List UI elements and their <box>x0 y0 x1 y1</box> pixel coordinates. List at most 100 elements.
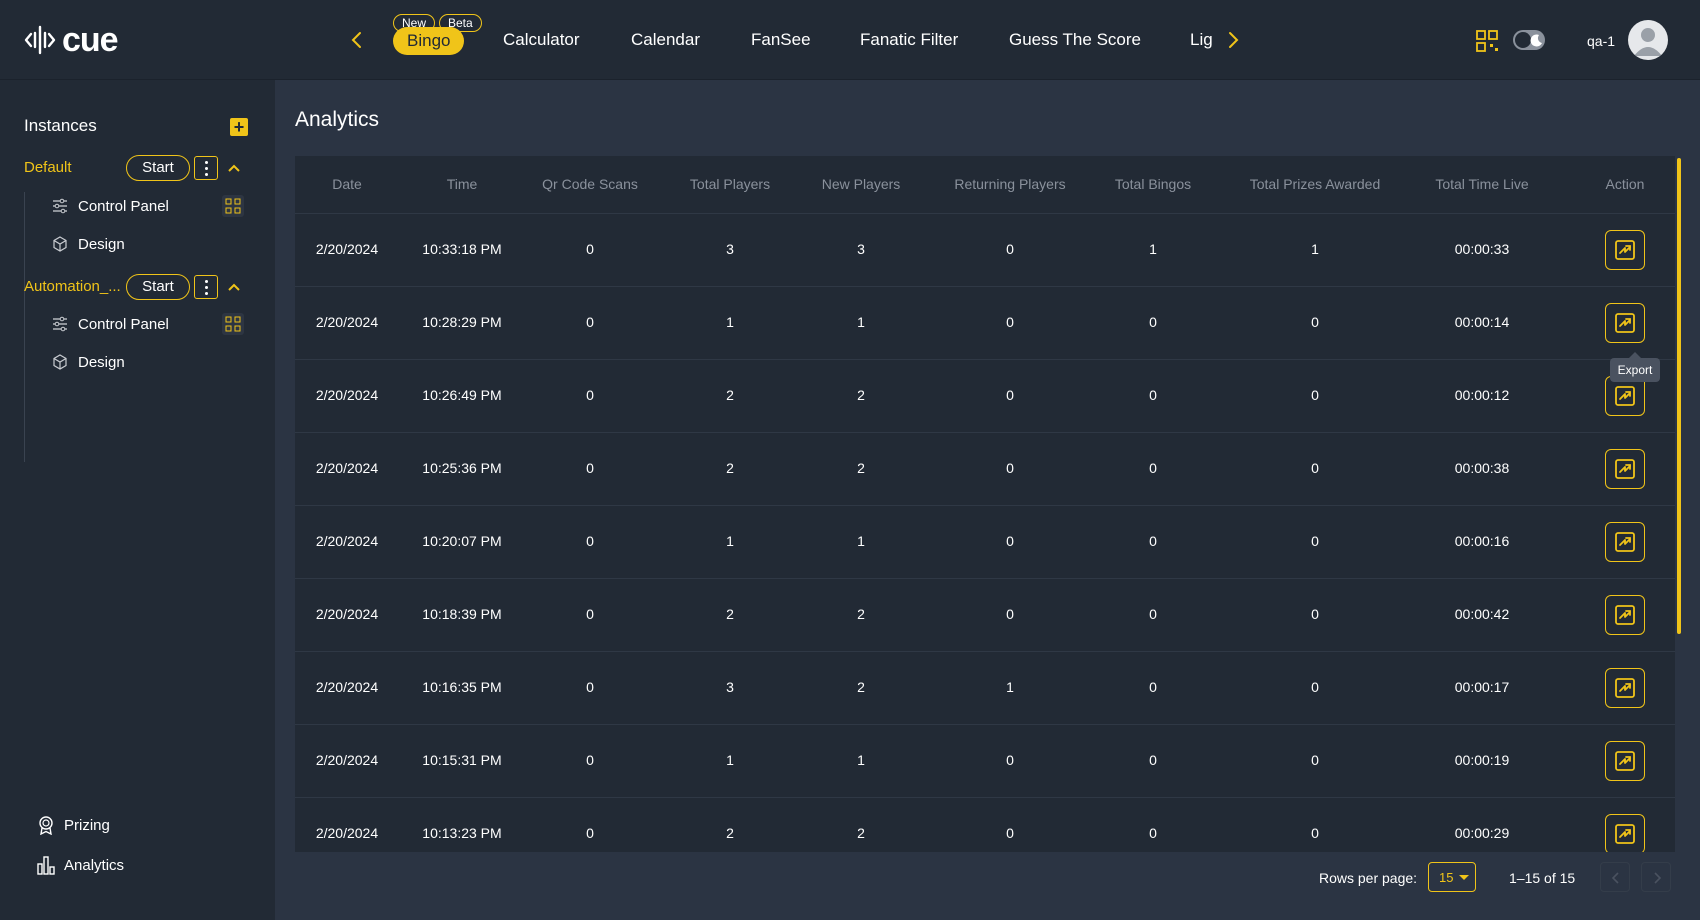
export-button[interactable] <box>1605 522 1645 562</box>
table-cell: 0 <box>1149 387 1157 403</box>
user-icon <box>1634 28 1662 56</box>
tab-bingo[interactable]: Bingo <box>393 27 465 55</box>
table-cell: 2 <box>726 606 734 622</box>
table-cell: 0 <box>586 387 594 403</box>
table-cell: 0 <box>586 533 594 549</box>
logo[interactable]: cue <box>24 22 119 58</box>
control-panel-label: Control Panel <box>78 315 169 333</box>
qr-settings-button[interactable] <box>1475 29 1501 55</box>
table-cell: 2/20/2024 <box>315 241 379 257</box>
tab-calendar[interactable]: Calendar <box>631 30 700 50</box>
table-scrollbar[interactable] <box>1677 158 1681 634</box>
sidebar-item-analytics[interactable]: Analytics <box>36 855 124 875</box>
table-cell: 3 <box>726 241 734 257</box>
rows-per-page-select[interactable]: 15 <box>1428 862 1476 892</box>
table-cell: 0 <box>1311 460 1319 476</box>
table-cell: 0 <box>586 679 594 695</box>
theme-toggle[interactable] <box>1513 30 1545 50</box>
cube-icon <box>53 236 67 252</box>
table-row: 2/20/2024 10:28:29 PM 0 1 1 0 0 0 00:00:14 <box>295 287 1675 360</box>
table-cell: 0 <box>586 460 594 476</box>
control-panel-item-automation[interactable]: Control Panel <box>52 312 169 336</box>
qr-code-icon <box>225 198 241 214</box>
column-header[interactable]: Total Time Live <box>1417 176 1547 192</box>
table-cell: 0 <box>586 752 594 768</box>
table-cell: 0 <box>1006 825 1014 841</box>
instance-name-default[interactable]: Default <box>24 159 122 176</box>
export-button[interactable] <box>1605 449 1645 489</box>
export-icon <box>1615 240 1635 260</box>
column-header[interactable]: Qr Code Scans <box>525 176 655 192</box>
table-row: 2/20/2024 10:20:07 PM 0 1 1 0 0 0 00:00:16 <box>295 506 1675 579</box>
start-button-default[interactable]: Start <box>126 155 190 181</box>
nav-next-button[interactable] <box>1225 28 1241 52</box>
table-cell: 2 <box>726 825 734 841</box>
table-cell: 2/20/2024 <box>315 387 379 403</box>
table-cell: 1 <box>1006 679 1014 695</box>
table-cell: 1 <box>1311 241 1319 257</box>
table-cell: 2 <box>857 825 865 841</box>
tab-fansee[interactable]: FanSee <box>751 30 811 50</box>
qr-button-default[interactable] <box>222 195 244 217</box>
tab-lig[interactable]: Lig <box>1190 30 1213 50</box>
export-button[interactable] <box>1605 303 1645 343</box>
control-panel-label: Control Panel <box>78 197 169 215</box>
column-header[interactable]: Total Players <box>670 176 790 192</box>
export-button[interactable] <box>1605 814 1645 852</box>
collapse-button-automation[interactable] <box>226 279 242 295</box>
tab-guess-the-score[interactable]: Guess The Score <box>1009 30 1141 50</box>
table-cell: 0 <box>1311 533 1319 549</box>
next-page-button[interactable] <box>1641 862 1671 892</box>
tab-fanatic-filter[interactable]: Fanatic Filter <box>860 30 958 50</box>
design-item-automation[interactable]: Design <box>52 350 125 374</box>
main-content: Analytics Date Time Qr Code Scans Total … <box>275 80 1700 920</box>
table-cell: 0 <box>1311 314 1319 330</box>
table-cell: 0 <box>1149 679 1157 695</box>
table-cell: 10:33:18 PM <box>422 241 502 257</box>
table-cell: 00:00:33 <box>1454 241 1510 257</box>
instance-name-automation[interactable]: Automation_... <box>24 278 122 295</box>
column-header[interactable]: Total Bingos <box>1093 176 1213 192</box>
instance-menu-button-automation[interactable] <box>194 275 218 299</box>
export-icon <box>1615 459 1635 479</box>
start-button-automation[interactable]: Start <box>126 274 190 300</box>
export-button[interactable] <box>1605 376 1645 416</box>
sidebar: Instances + Default Start Control Panel … <box>0 80 275 920</box>
table-cell: 2 <box>857 460 865 476</box>
table-cell: 1 <box>726 752 734 768</box>
export-button[interactable] <box>1605 595 1645 635</box>
avatar[interactable] <box>1628 20 1668 60</box>
column-header[interactable]: Time <box>407 176 517 192</box>
column-header[interactable]: Total Prizes Awarded <box>1235 176 1395 192</box>
prev-page-button[interactable] <box>1600 862 1630 892</box>
design-item-default[interactable]: Design <box>52 232 125 256</box>
collapse-button-default[interactable] <box>226 160 242 176</box>
table-cell: 0 <box>1006 752 1014 768</box>
table-cell: 2/20/2024 <box>315 679 379 695</box>
add-instance-button[interactable]: + <box>230 118 248 136</box>
column-header[interactable]: New Players <box>801 176 921 192</box>
table-cell: 1 <box>1149 241 1157 257</box>
design-label: Design <box>78 235 125 253</box>
nav-prev-button[interactable] <box>349 28 365 52</box>
table-cell: 00:00:38 <box>1454 460 1510 476</box>
table-cell: 2 <box>726 387 734 403</box>
export-icon <box>1615 751 1635 771</box>
instance-menu-button-default[interactable] <box>194 156 218 180</box>
sidebar-item-prizing[interactable]: Prizing <box>36 815 110 835</box>
chevron-left-icon <box>1611 872 1619 884</box>
tab-calculator[interactable]: Calculator <box>503 30 580 50</box>
export-icon <box>1615 313 1635 333</box>
sliders-icon <box>53 316 67 332</box>
table-cell: 0 <box>1149 825 1157 841</box>
username: qa-1 <box>1587 33 1616 49</box>
table-cell: 0 <box>1149 606 1157 622</box>
column-header[interactable]: Date <box>297 176 397 192</box>
column-header[interactable]: Returning Players <box>935 176 1085 192</box>
control-panel-item-default[interactable]: Control Panel <box>52 194 169 218</box>
export-button[interactable] <box>1605 668 1645 708</box>
export-button[interactable] <box>1605 741 1645 781</box>
qr-button-automation[interactable] <box>222 313 244 335</box>
export-button[interactable] <box>1605 230 1645 270</box>
table-row: 2/20/2024 10:33:18 PM 0 3 3 0 1 1 00:00:33 <box>295 214 1675 287</box>
